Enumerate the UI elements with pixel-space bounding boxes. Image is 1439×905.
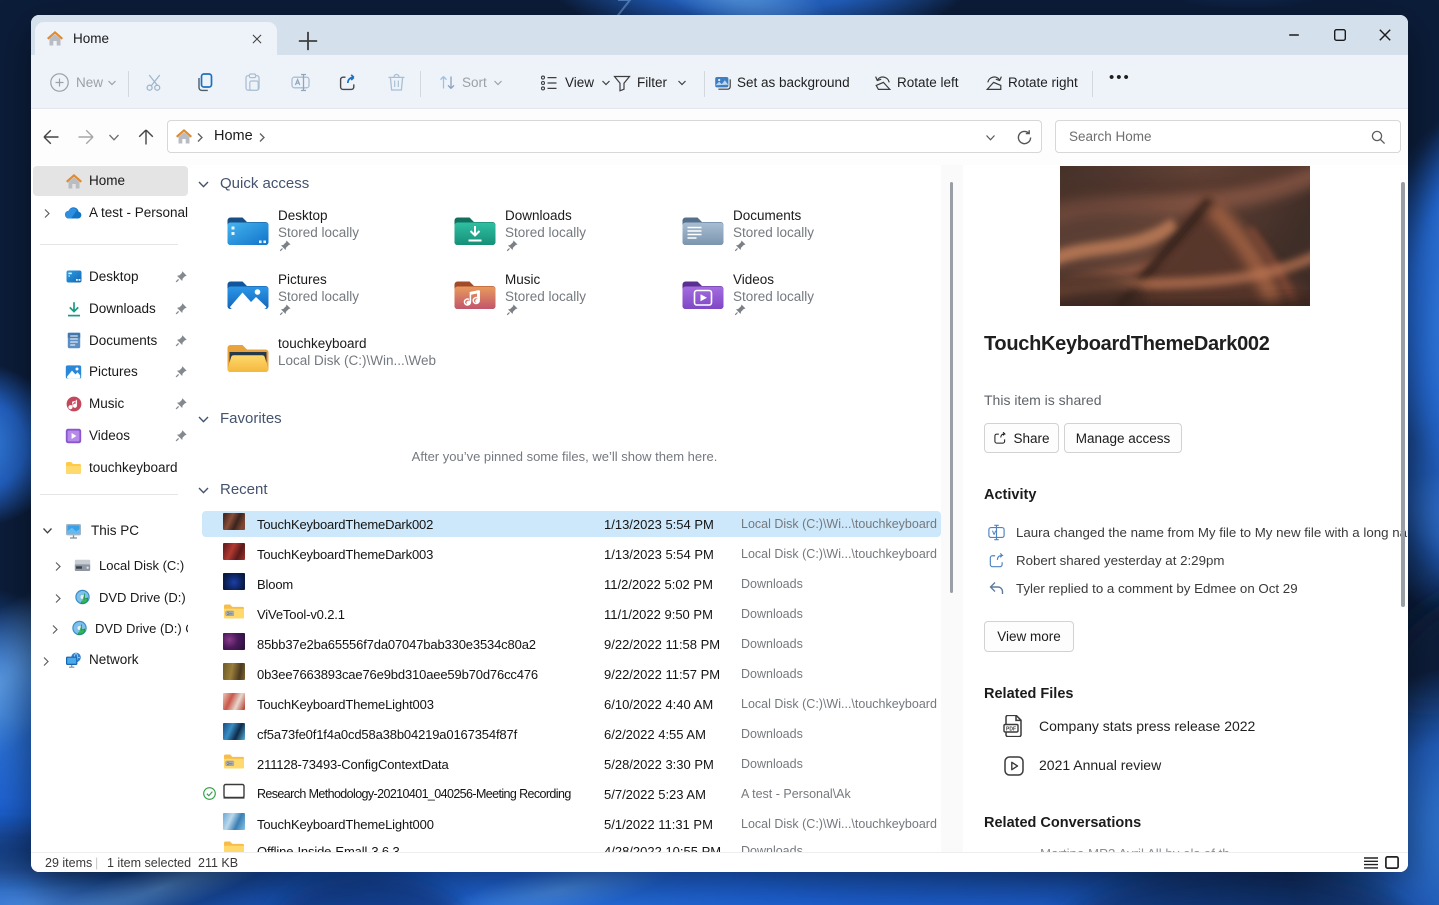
svg-text:PDF: PDF xyxy=(1006,726,1016,732)
